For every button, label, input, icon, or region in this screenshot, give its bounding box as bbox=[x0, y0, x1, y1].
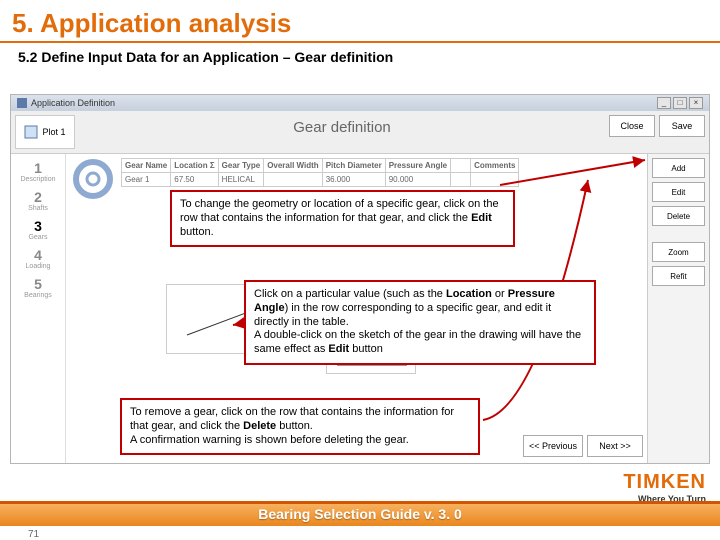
delete-button[interactable]: Delete bbox=[652, 206, 705, 226]
close-window-button[interactable]: × bbox=[689, 97, 703, 109]
brand-logo: TIMKEN Where You Turn bbox=[623, 471, 706, 504]
plot-icon bbox=[24, 125, 38, 139]
callout-edit: To change the geometry or location of a … bbox=[170, 190, 515, 247]
col-gearname: Gear Name bbox=[122, 159, 171, 173]
cell-geartype[interactable]: HELICAL bbox=[218, 173, 264, 187]
cell-width[interactable] bbox=[264, 173, 323, 187]
step-5-label: Bearings bbox=[11, 292, 65, 299]
step-3[interactable]: 3 bbox=[11, 218, 65, 234]
step-3-label: Gears bbox=[11, 234, 65, 241]
step-4[interactable]: 4 bbox=[11, 247, 65, 263]
col-geartype: Gear Type bbox=[218, 159, 264, 173]
callout-delete: To remove a gear, click on the row that … bbox=[120, 398, 480, 455]
add-button[interactable]: Add bbox=[652, 158, 705, 178]
col-location: Location Σ bbox=[171, 159, 218, 173]
step-2-label: Shafts bbox=[11, 205, 65, 212]
slide-title: 5. Application analysis bbox=[0, 0, 720, 41]
next-button[interactable]: Next >> bbox=[587, 435, 643, 457]
col-width: Overall Width bbox=[264, 159, 323, 173]
app-icon bbox=[17, 98, 27, 108]
col-spacer bbox=[451, 159, 471, 173]
save-button[interactable]: Save bbox=[659, 115, 705, 137]
col-comments: Comments bbox=[471, 159, 519, 173]
close-button[interactable]: Close bbox=[609, 115, 655, 137]
wizard-steps: 1 Description 2 Shafts 3 Gears 4 Loading… bbox=[11, 154, 66, 463]
side-toolbar: Add Edit Delete Zoom Refit bbox=[647, 154, 709, 463]
cell-spacer bbox=[451, 173, 471, 187]
footer-title: Bearing Selection Guide v. 3. 0 bbox=[0, 506, 720, 522]
edit-button[interactable]: Edit bbox=[652, 182, 705, 202]
cell-comments[interactable] bbox=[471, 173, 519, 187]
step-1-label: Description bbox=[11, 176, 65, 183]
page-number: 71 bbox=[28, 529, 39, 540]
callout-inline-edit: Click on a particular value (such as the… bbox=[244, 280, 596, 365]
cell-location[interactable]: 67.50 bbox=[171, 173, 218, 187]
minimize-button[interactable]: _ bbox=[657, 97, 671, 109]
plot-label: Plot 1 bbox=[42, 127, 65, 137]
logo-text: TIMKEN bbox=[623, 471, 706, 494]
cell-pitch[interactable]: 36.000 bbox=[322, 173, 385, 187]
step-4-label: Loading bbox=[11, 263, 65, 270]
cell-gearname[interactable]: Gear 1 bbox=[122, 173, 171, 187]
col-pangle: Pressure Angle bbox=[385, 159, 450, 173]
col-pitch: Pitch Diameter bbox=[322, 159, 385, 173]
panel-title: Gear definition bbox=[79, 111, 605, 153]
app-titlebar: Application Definition _ □ × bbox=[11, 95, 709, 111]
table-row[interactable]: Gear 1 67.50 HELICAL 36.000 90.000 bbox=[122, 173, 519, 187]
refit-button[interactable]: Refit bbox=[652, 266, 705, 286]
step-5[interactable]: 5 bbox=[11, 276, 65, 292]
maximize-button[interactable]: □ bbox=[673, 97, 687, 109]
plot-button[interactable]: Plot 1 bbox=[15, 115, 75, 149]
gear-icon bbox=[70, 156, 116, 202]
title-rule bbox=[0, 41, 720, 43]
zoom-button[interactable]: Zoom bbox=[652, 242, 705, 262]
step-1[interactable]: 1 bbox=[11, 160, 65, 176]
cell-dia[interactable]: 90.000 bbox=[385, 173, 450, 187]
gear-table[interactable]: Gear Name Location Σ Gear Type Overall W… bbox=[121, 158, 519, 187]
slide-subtitle: 5.2 Define Input Data for an Application… bbox=[0, 47, 720, 71]
step-2[interactable]: 2 bbox=[11, 189, 65, 205]
app-title-text: Application Definition bbox=[31, 98, 115, 108]
prev-button[interactable]: << Previous bbox=[523, 435, 583, 457]
